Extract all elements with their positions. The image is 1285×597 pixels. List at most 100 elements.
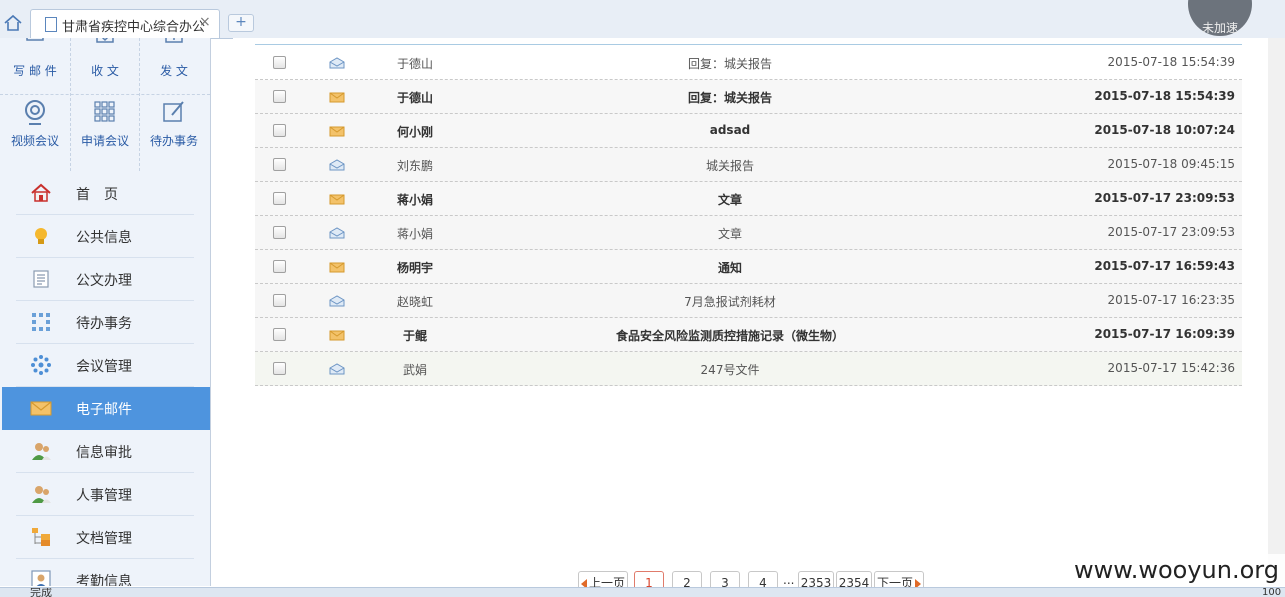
nav-item-email[interactable]: 电子邮件 bbox=[2, 387, 210, 430]
envelope-icon bbox=[30, 401, 52, 416]
nav-item-approval[interactable]: 信息审批 bbox=[16, 430, 194, 473]
mail-subject-link[interactable]: 回复：城关报告 bbox=[465, 89, 995, 106]
mail-row[interactable]: 蒋小娟 文章 2015-07-17 23:09:53 bbox=[255, 182, 1242, 216]
row-checkbox[interactable] bbox=[273, 260, 286, 273]
mail-subject-link[interactable]: 食品安全风险监测质控措施记录（微生物） bbox=[465, 327, 995, 344]
mail-time: 2015-07-17 15:42:36 bbox=[1107, 361, 1235, 375]
nav-item-archives[interactable]: 文档管理 bbox=[16, 516, 194, 559]
mail-unread-icon bbox=[329, 330, 345, 341]
mail-subject-link[interactable]: 文章 bbox=[465, 225, 995, 242]
mail-time: 2015-07-17 16:23:35 bbox=[1107, 293, 1235, 307]
row-checkbox[interactable] bbox=[273, 362, 286, 375]
mail-time: 2015-07-18 15:54:39 bbox=[1107, 55, 1235, 69]
home-icon[interactable] bbox=[2, 12, 24, 34]
mail-opened-icon bbox=[329, 227, 345, 239]
nav-item-meetings[interactable]: 会议管理 bbox=[16, 344, 194, 387]
nav-item-documents[interactable]: 公文办理 bbox=[16, 258, 194, 301]
id-card-icon bbox=[31, 570, 51, 586]
mail-row[interactable]: 蒋小娟 文章 2015-07-17 23:09:53 bbox=[255, 216, 1242, 250]
quick-label: 写 邮 件 bbox=[13, 64, 57, 78]
close-icon[interactable]: × bbox=[199, 14, 211, 30]
quick-video-meeting-button[interactable]: 视频会议 bbox=[1, 98, 69, 156]
mail-subject-link[interactable]: adsad bbox=[465, 123, 995, 137]
mail-row[interactable]: 刘东鹏 城关报告 2015-07-18 09:45:15 bbox=[255, 148, 1242, 182]
mail-time: 2015-07-17 23:09:53 bbox=[1094, 191, 1235, 205]
mail-sender: 武娟 bbox=[402, 363, 427, 377]
mail-time: 2015-07-17 16:59:43 bbox=[1094, 259, 1235, 273]
row-checkbox[interactable] bbox=[273, 226, 286, 239]
quick-compose-button[interactable]: 写 邮 件 bbox=[1, 38, 69, 90]
mail-row[interactable]: 赵晓虹 7月急报试剂耗材 2015-07-17 16:23:35 bbox=[255, 284, 1242, 318]
quick-todo-button[interactable]: 待办事务 bbox=[140, 98, 208, 156]
mail-row[interactable]: 于德山 回复：城关报告 2015-07-18 15:54:39 bbox=[255, 80, 1242, 114]
mail-opened-icon bbox=[329, 57, 345, 69]
webcam-icon bbox=[25, 100, 45, 125]
mail-row[interactable]: 武娟 247号文件 2015-07-17 15:42:36 bbox=[255, 352, 1242, 386]
tab-title: 甘肃省疾控中心综合办公 bbox=[62, 20, 206, 35]
quick-send-doc-button[interactable]: 发 文 bbox=[140, 38, 208, 90]
mail-sender: 杨明宇 bbox=[396, 261, 433, 275]
mail-opened-icon bbox=[329, 295, 345, 307]
dots-grid-icon bbox=[32, 313, 50, 331]
nav-label: 文档管理 bbox=[76, 531, 132, 547]
nav-item-public-info[interactable]: 公共信息 bbox=[16, 215, 194, 258]
nav-item-attendance[interactable]: 考勤信息 bbox=[16, 559, 194, 586]
nav-label: 考勤信息 bbox=[76, 574, 132, 586]
nav-label: 会议管理 bbox=[76, 359, 132, 375]
mail-sender: 赵晓虹 bbox=[396, 295, 433, 309]
divider bbox=[0, 94, 210, 95]
mail-subject-link[interactable]: 7月急报试剂耗材 bbox=[465, 293, 995, 310]
mail-unread-icon bbox=[329, 262, 345, 273]
row-checkbox[interactable] bbox=[273, 56, 286, 69]
mail-sender: 何小刚 bbox=[396, 125, 433, 139]
mail-row[interactable]: 杨明宇 通知 2015-07-17 16:59:43 bbox=[255, 250, 1242, 284]
row-checkbox[interactable] bbox=[273, 124, 286, 137]
mail-subject-link[interactable]: 247号文件 bbox=[465, 361, 995, 378]
nav-item-todo[interactable]: 待办事务 bbox=[16, 301, 194, 344]
quick-label: 待办事务 bbox=[149, 134, 198, 148]
mail-row[interactable]: 何小刚 adsad 2015-07-18 10:07:24 bbox=[255, 114, 1242, 148]
row-checkbox[interactable] bbox=[273, 192, 286, 205]
mail-time: 2015-07-18 15:54:39 bbox=[1094, 89, 1235, 103]
quick-apply-meeting-button[interactable]: 申请会议 bbox=[71, 98, 139, 156]
speed-badge[interactable]: 未加速 bbox=[1188, 0, 1252, 36]
mail-row[interactable]: 于德山 回复：城关报告 2015-07-18 15:54:39 bbox=[255, 46, 1242, 80]
mail-sender: 于德山 bbox=[396, 57, 433, 71]
row-checkbox[interactable] bbox=[273, 328, 286, 341]
edit-icon bbox=[163, 101, 184, 122]
quick-inbox-button[interactable]: 收 文 bbox=[71, 38, 139, 90]
row-checkbox[interactable] bbox=[273, 294, 286, 307]
browser-tab[interactable]: 甘肃省疾控中心综合办公 × bbox=[30, 9, 220, 38]
mail-opened-icon bbox=[329, 159, 345, 171]
new-tab-button[interactable]: + bbox=[228, 14, 254, 32]
mail-subject-link[interactable]: 通知 bbox=[465, 259, 995, 276]
quick-label: 视频会议 bbox=[10, 134, 59, 148]
browser-tab-bar: 甘肃省疾控中心综合办公 × + 未加速 bbox=[0, 0, 1285, 39]
nav-label: 公文办理 bbox=[76, 273, 132, 289]
users-icon bbox=[32, 486, 51, 503]
mail-sender: 刘东鹏 bbox=[396, 159, 433, 173]
quick-label: 发 文 bbox=[160, 64, 188, 78]
nav-label: 信息审批 bbox=[76, 445, 132, 461]
mail-time: 2015-07-18 09:45:15 bbox=[1107, 157, 1235, 171]
mail-opened-icon bbox=[329, 363, 345, 375]
folders-icon bbox=[32, 528, 50, 546]
quick-label: 申请会议 bbox=[80, 134, 129, 148]
mail-unread-icon bbox=[329, 126, 345, 137]
mail-row[interactable]: 于鲲 食品安全风险监测质控措施记录（微生物） 2015-07-17 16:09:39 bbox=[255, 318, 1242, 352]
nav-item-hr[interactable]: 人事管理 bbox=[16, 473, 194, 516]
nav-label: 首 页 bbox=[76, 187, 118, 203]
mail-time: 2015-07-17 23:09:53 bbox=[1107, 225, 1235, 239]
nav-label: 待办事务 bbox=[76, 316, 132, 332]
page-ellipsis: ... bbox=[783, 573, 795, 587]
nav-item-home[interactable]: 首 页 bbox=[16, 172, 194, 215]
scrollbar[interactable] bbox=[1268, 38, 1285, 586]
sidebar: 写 邮 件 收 文 发 文 视频会议 申请会议 待办事务 首 页 公共信息 公文… bbox=[0, 38, 211, 586]
row-checkbox[interactable] bbox=[273, 158, 286, 171]
divider bbox=[255, 44, 1242, 45]
mail-subject-link[interactable]: 文章 bbox=[465, 191, 995, 208]
mail-sender: 于鲲 bbox=[402, 329, 427, 343]
mail-subject-link[interactable]: 回复：城关报告 bbox=[465, 55, 995, 72]
row-checkbox[interactable] bbox=[273, 90, 286, 103]
mail-subject-link[interactable]: 城关报告 bbox=[465, 157, 995, 174]
